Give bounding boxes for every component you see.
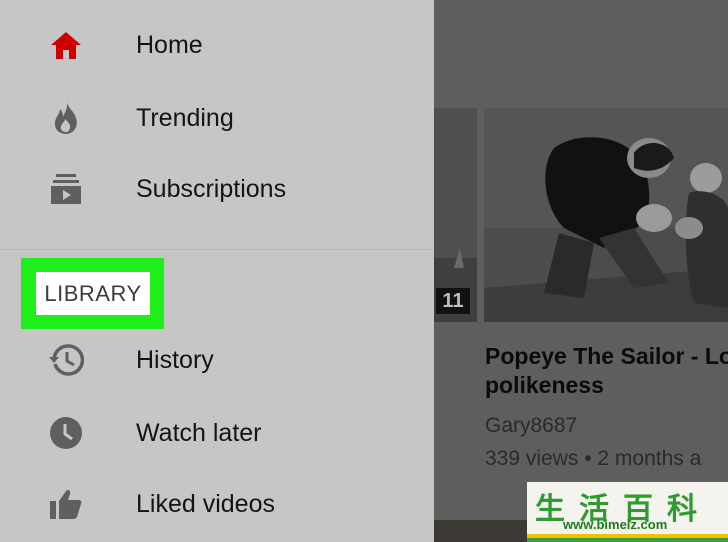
video-thumbnail[interactable] [484, 108, 728, 322]
home-icon [46, 25, 86, 65]
video-title[interactable]: Popeye The Sailor - Lo polikeness [485, 342, 728, 400]
sidebar-item-home[interactable]: Home [0, 15, 434, 75]
video-duration-badge: 11 [436, 288, 470, 314]
library-header-label: LIBRARY [44, 280, 142, 306]
video-title-line-2: polikeness [485, 372, 604, 398]
library-header[interactable]: LIBRARY [36, 272, 150, 315]
sidebar-item-liked-videos[interactable]: Liked videos [0, 474, 434, 534]
sidebar-item-subscriptions[interactable]: Subscriptions [0, 159, 434, 219]
sidebar: Home Trending Subscriptions LIBRARY Hist… [0, 0, 434, 542]
clock-icon [46, 413, 86, 453]
subscriptions-icon [46, 169, 86, 209]
sidebar-item-label: Watch later [136, 419, 262, 447]
sidebar-item-label: History [136, 346, 214, 374]
sidebar-item-trending[interactable]: Trending [0, 88, 434, 148]
thumbs-up-icon [46, 484, 86, 524]
video-title-line-1: Popeye The Sailor - Lo [485, 343, 728, 369]
sidebar-item-label: Home [136, 31, 203, 59]
sidebar-divider [0, 249, 434, 250]
sidebar-item-label: Liked videos [136, 490, 275, 518]
history-icon [46, 340, 86, 380]
sidebar-item-label: Subscriptions [136, 175, 287, 203]
watermark-stripe [527, 538, 728, 542]
sidebar-item-watch-later[interactable]: Watch later [0, 403, 434, 463]
watermark-logo: 生活百科 www.bimeiz.com [527, 482, 728, 542]
sidebar-item-label: Trending [136, 104, 234, 132]
video-channel-name[interactable]: Gary8687 [485, 414, 577, 438]
sidebar-item-history[interactable]: History [0, 330, 434, 390]
trending-flame-icon [46, 98, 86, 138]
video-meta: 339 views • 2 months a [485, 447, 702, 470]
watermark-url: www.bimeiz.com [563, 517, 668, 532]
